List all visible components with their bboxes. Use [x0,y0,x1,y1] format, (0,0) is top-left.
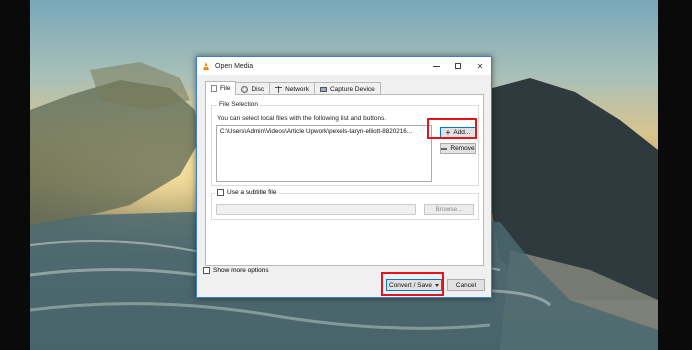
disc-icon [241,85,249,93]
dialog-title: Open Media [215,62,254,70]
tab-label: Capture Device [329,85,375,93]
show-more-options-row[interactable]: Show more options [203,267,269,274]
tab-file[interactable]: File [205,81,237,95]
subtitle-checkbox-label[interactable]: Use a subtitle file [227,189,277,196]
file-icon [211,85,217,92]
close-button[interactable]: ✕ [469,57,491,75]
tab-label: Disc [251,85,265,93]
cancel-button[interactable]: Cancel [447,279,485,291]
vlc-cone-icon [202,61,211,71]
subtitle-path-field [216,204,416,215]
remove-button[interactable]: Remove [440,143,476,154]
subtitle-checkbox[interactable] [217,189,224,196]
tab-label: Network [285,85,309,93]
subtitle-group: Use a subtitle file Browse... [211,189,479,220]
remove-button-label: Remove [450,145,475,152]
add-button-highlight [427,118,477,139]
file-selection-description: You can select local files with the foll… [217,115,387,122]
capture-device-icon [319,87,327,92]
browse-button: Browse... [424,204,474,215]
remove-icon [441,147,448,150]
list-item[interactable]: C:\Users\Admin\Videos\Article Upwork\pex… [220,128,412,135]
file-selection-legend: File Selection [217,101,261,108]
dialog-titlebar[interactable]: Open Media ✕ [197,57,491,75]
close-icon: ✕ [476,61,484,71]
show-more-options-checkbox[interactable] [203,267,210,274]
network-icon [275,85,283,93]
maximize-button[interactable] [447,57,469,75]
maximize-icon [455,63,461,69]
tab-bar: File Disc Network Capture Device [205,81,381,95]
subtitle-checkbox-row[interactable]: Use a subtitle file [215,189,279,196]
convert-save-highlight [381,272,444,296]
show-more-options-label[interactable]: Show more options [213,267,269,274]
minimize-icon [432,65,440,67]
file-list[interactable]: C:\Users\Admin\Videos\Article Upwork\pex… [216,125,432,182]
open-media-dialog: Open Media ✕ File Disc Network Capture D… [196,56,492,298]
minimize-button[interactable] [425,57,447,75]
tab-label: File [220,85,231,92]
